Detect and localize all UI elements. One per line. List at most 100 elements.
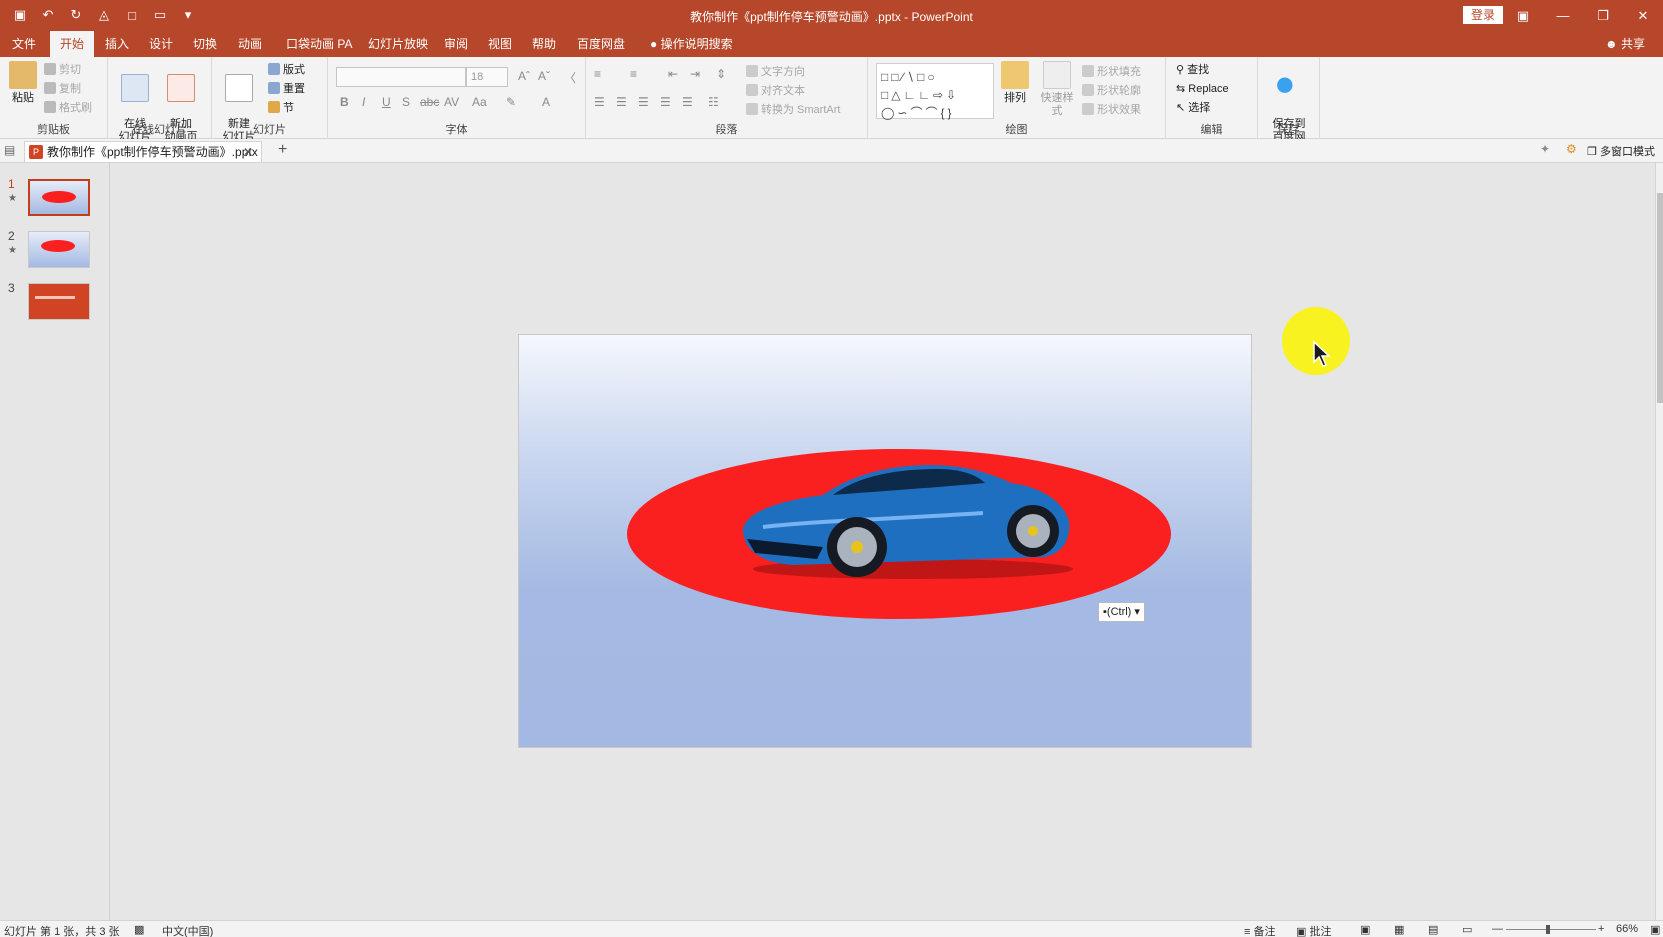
align-right-icon[interactable]: ☰ [638,95,649,109]
multi-window-mode-button[interactable]: ❐ 多窗口模式 [1587,143,1655,159]
shapes-gallery[interactable]: □□∕∖□○ □△∟∟⇨⇩ ◯∽⌒⌒{} [876,63,994,120]
undo-icon[interactable]: ↶ [38,5,58,25]
ribbon-display-icon[interactable]: ▣ [1503,0,1543,31]
customize-qat-icon[interactable]: ▾ [178,5,198,25]
justify-icon[interactable]: ☰ [660,95,671,109]
close-icon[interactable]: ✕ [1623,0,1663,31]
shape-effects-button[interactable]: 形状效果 [1082,101,1141,119]
underline-icon[interactable]: U [382,95,391,109]
zoom-slider[interactable] [1506,925,1596,934]
tab-baidu-netdisk[interactable]: 百度网盘 [567,31,635,57]
char-spacing-icon[interactable]: AV [444,95,459,109]
car-image[interactable] [733,447,1083,587]
reading-view-icon[interactable]: ▤ [1428,923,1438,936]
arrange-button[interactable]: 排列 [994,61,1036,105]
slide-canvas[interactable] [518,334,1252,748]
restore-icon[interactable]: ❐ [1583,0,1623,31]
font-name-combo[interactable] [336,67,466,87]
bullets-icon[interactable]: ≡ [594,67,601,81]
cut-button[interactable]: 剪切 [44,61,81,79]
numbering-icon[interactable]: ≡ [630,67,637,81]
tab-animations[interactable]: 动画 [228,31,272,57]
select-button[interactable]: ↖ 选择 [1176,99,1210,117]
normal-view-icon[interactable]: ▣ [1360,923,1370,936]
close-tab-icon[interactable]: ✕ [243,142,253,162]
tab-transitions[interactable]: 切换 [183,31,227,57]
tab-design[interactable]: 设计 [139,31,183,57]
replace-button[interactable]: ⇆ Replace [1176,80,1229,98]
tab-insert[interactable]: 插入 [95,31,139,57]
tab-file[interactable]: 文件 [2,31,46,57]
text-direction-button[interactable]: 文字方向 [746,63,805,81]
slide-thumbnail-3[interactable] [28,283,90,320]
tab-pocket-animation[interactable]: 口袋动画 PA [276,31,362,57]
shrink-font-icon[interactable]: Aˇ [538,69,550,83]
copy-button[interactable]: 复制 [44,80,81,98]
slide-thumbnail-2[interactable] [28,231,90,268]
save-icon[interactable]: ▣ [10,5,30,25]
notes-button[interactable]: ≡ 备注 [1244,923,1275,937]
increase-indent-icon[interactable]: ⇥ [690,67,700,81]
share-button[interactable]: ☻ 共享 [1605,31,1645,57]
tab-slideshow[interactable]: 幻灯片放映 [358,31,438,57]
bold-icon[interactable]: B [340,95,349,109]
zoom-level[interactable]: 66% [1616,923,1638,935]
add-tab-icon[interactable]: + [278,141,287,159]
grow-font-icon[interactable]: Aˆ [518,69,530,83]
slideshow-view-icon[interactable]: ▭ [1462,923,1472,936]
zoom-slider-thumb[interactable] [1546,925,1550,934]
paste-button[interactable]: 粘贴 [2,61,44,105]
change-case-icon[interactable]: Aa [472,95,487,109]
reset-button[interactable]: 重置 [268,80,305,98]
pin-icon[interactable]: ✦ [1540,142,1550,156]
tab-nav-icon[interactable]: ▤ [4,143,15,157]
fit-slide-icon[interactable]: ▣ [1650,923,1660,936]
smartart-button[interactable]: 转换为 SmartArt [746,101,840,119]
tab-home[interactable]: 开始 [50,31,95,57]
zoom-out-icon[interactable]: — [1492,923,1503,935]
highlight-icon[interactable]: ✎ [506,95,516,109]
align-center-icon[interactable]: ☰ [616,95,627,109]
new-file-icon[interactable]: □ [122,5,142,25]
group-label-drawing: 绘图 [1005,124,1028,136]
minimize-icon[interactable]: — [1543,0,1583,31]
format-painter-button[interactable]: 格式刷 [44,99,92,117]
shape-outline-button[interactable]: 形状轮廓 [1082,82,1141,100]
slide-thumbnail-1[interactable] [28,179,90,216]
slideshow-icon[interactable]: ◬ [94,5,114,25]
zoom-in-icon[interactable]: + [1598,923,1604,935]
align-left-icon[interactable]: ☰ [594,95,605,109]
clear-format-icon[interactable]: 〈 [564,69,576,86]
align-text-button[interactable]: 对齐文本 [746,82,805,100]
font-size-combo[interactable]: 18 [466,67,508,87]
tell-me-search[interactable]: ● 操作说明搜索 [640,31,743,57]
decrease-indent-icon[interactable]: ⇤ [668,67,678,81]
language-indicator[interactable]: 中文(中国) [162,923,213,937]
settings-gear-icon[interactable]: ⚙ [1566,142,1577,156]
document-tab[interactable]: P 教你制作《ppt制作停车预警动画》.pptx ✕ [24,141,262,162]
spellcheck-icon[interactable]: ▩ [134,923,144,936]
slide-sorter-icon[interactable]: ▦ [1394,923,1404,936]
tab-view[interactable]: 视图 [478,31,522,57]
shape-fill-button[interactable]: 形状填充 [1082,63,1141,81]
section-button[interactable]: 节 [268,99,294,117]
vertical-scrollbar[interactable] [1655,163,1663,920]
quick-styles-button[interactable]: 快速样式 [1036,61,1078,118]
shadow-icon[interactable]: S [402,95,410,109]
tab-help[interactable]: 帮助 [522,31,566,57]
layout-button[interactable]: 版式 [268,61,305,79]
open-folder-icon[interactable]: ▭ [150,5,170,25]
tab-review[interactable]: 审阅 [434,31,478,57]
paste-options-button[interactable]: ▪(Ctrl) ▾ [1098,602,1145,622]
find-button[interactable]: ⚲ 查找 [1176,61,1209,79]
comments-button[interactable]: ▣ 批注 [1296,923,1331,937]
scrollbar-thumb[interactable] [1657,193,1663,403]
line-spacing-icon[interactable]: ⇕ [716,67,726,81]
columns-icon[interactable]: ☷ [708,95,719,109]
font-color-icon[interactable]: A [542,95,550,109]
distributed-icon[interactable]: ☰ [682,95,693,109]
strikethrough-icon[interactable]: abc [420,95,439,109]
italic-icon[interactable]: I [362,95,365,109]
login-button[interactable]: 登录 [1463,6,1503,24]
redo-icon[interactable]: ↻ [66,5,86,25]
